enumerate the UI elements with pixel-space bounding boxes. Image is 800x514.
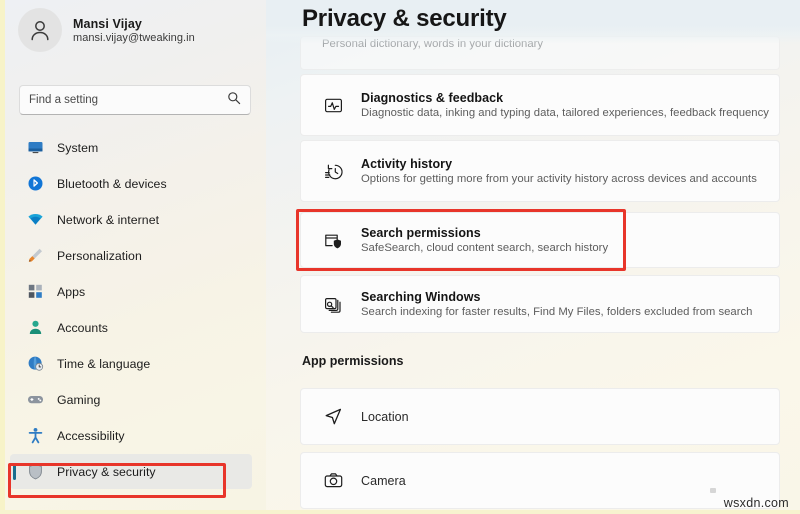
card-title: Activity history — [361, 157, 453, 171]
settings-card-camera[interactable]: Camera — [300, 452, 780, 509]
apps-grid-icon — [27, 283, 44, 300]
activity-history-icon — [322, 160, 344, 182]
sidebar-item-apps[interactable]: Apps — [10, 274, 252, 309]
card-subtitle: Diagnostic data, inking and typing data,… — [361, 107, 769, 119]
watermark: wsxdn.com — [723, 496, 789, 510]
settings-card-search-permissions[interactable]: Search permissions SafeSearch, cloud con… — [300, 212, 780, 268]
settings-sidebar: Mansi Vijay mansi.vijay@tweaking.in Find… — [0, 0, 266, 514]
card-title: Location — [361, 409, 409, 424]
settings-card-location[interactable]: Location — [300, 388, 780, 445]
person-icon — [27, 319, 44, 336]
card-title: Searching Windows — [361, 290, 481, 304]
sidebar-item-personalization[interactable]: Personalization — [10, 238, 252, 273]
paintbrush-icon — [27, 247, 44, 264]
wifi-icon — [27, 211, 44, 228]
sidebar-item-system[interactable]: System — [10, 130, 252, 165]
sidebar-item-gaming[interactable]: Gaming — [10, 382, 252, 417]
sidebar-item-network-internet[interactable]: Network & internet — [10, 202, 252, 237]
globe-clock-icon — [27, 355, 44, 372]
page-edge-strip-bottom — [0, 510, 800, 514]
user-profile[interactable]: Mansi Vijay mansi.vijay@tweaking.in — [18, 8, 195, 52]
gamepad-icon — [27, 391, 44, 408]
settings-card-activity-history[interactable]: Activity history Options for getting mor… — [300, 140, 780, 202]
search-permissions-shield-icon — [322, 229, 344, 251]
sidebar-nav: System Bluetooth & devices Network & int… — [0, 130, 266, 490]
sidebar-item-label: Bluetooth & devices — [57, 176, 167, 191]
sidebar-item-label: Apps — [57, 284, 86, 299]
card-subtitle: Search indexing for faster results, Find… — [361, 306, 753, 318]
bluetooth-icon — [27, 175, 44, 192]
sidebar-item-label: Gaming — [57, 392, 101, 407]
search-icon — [227, 91, 241, 110]
section-heading-app-permissions: App permissions — [302, 354, 404, 368]
sidebar-item-label: Personalization — [57, 248, 142, 263]
settings-card-searching-windows[interactable]: Searching Windows Search indexing for fa… — [300, 275, 780, 333]
sidebar-item-accessibility[interactable]: Accessibility — [10, 418, 252, 453]
settings-scroll-area[interactable]: Personal dictionary, words in your dicti… — [266, 0, 800, 514]
card-title: Diagnostics & feedback — [361, 91, 504, 105]
sidebar-item-label: Network & internet — [57, 212, 160, 227]
sidebar-item-privacy-security[interactable]: Privacy & security — [10, 454, 252, 489]
settings-main-content: Personal dictionary, words in your dicti… — [266, 0, 800, 514]
page-title: Privacy & security — [302, 5, 507, 32]
accessibility-icon — [27, 427, 44, 444]
card-subtitle: Options for getting more from your activ… — [361, 173, 757, 185]
sidebar-item-label: Accounts — [57, 320, 108, 335]
shield-icon — [27, 463, 44, 480]
sidebar-item-accounts[interactable]: Accounts — [10, 310, 252, 345]
page-edge-strip-left — [0, 0, 5, 514]
card-title: Search permissions — [361, 226, 481, 240]
sidebar-item-time-language[interactable]: Time & language — [10, 346, 252, 381]
monitor-icon — [27, 139, 44, 156]
search-input[interactable] — [29, 94, 227, 106]
sidebar-item-label: Time & language — [57, 356, 151, 371]
profile-email: mansi.vijay@tweaking.in — [73, 31, 195, 44]
profile-name: Mansi Vijay — [73, 16, 142, 31]
settings-window: Mansi Vijay mansi.vijay@tweaking.in Find… — [0, 0, 800, 514]
scrollbar-nub[interactable] — [710, 488, 716, 493]
location-arrow-icon — [322, 406, 344, 428]
sidebar-item-bluetooth-devices[interactable]: Bluetooth & devices — [10, 166, 252, 201]
searching-windows-icon — [322, 293, 344, 315]
sidebar-item-label: Accessibility — [57, 428, 125, 443]
card-title: Camera — [361, 473, 406, 488]
sidebar-item-label: System — [57, 140, 99, 155]
diagnostics-pulse-icon — [322, 94, 344, 116]
avatar — [18, 8, 62, 52]
settings-card-diagnostics-feedback[interactable]: Diagnostics & feedback Diagnostic data, … — [300, 74, 780, 136]
camera-icon — [322, 470, 344, 492]
sidebar-item-label: Privacy & security — [57, 464, 156, 479]
card-subtitle: SafeSearch, cloud content search, search… — [361, 242, 609, 254]
search-setting-box[interactable] — [19, 85, 251, 115]
